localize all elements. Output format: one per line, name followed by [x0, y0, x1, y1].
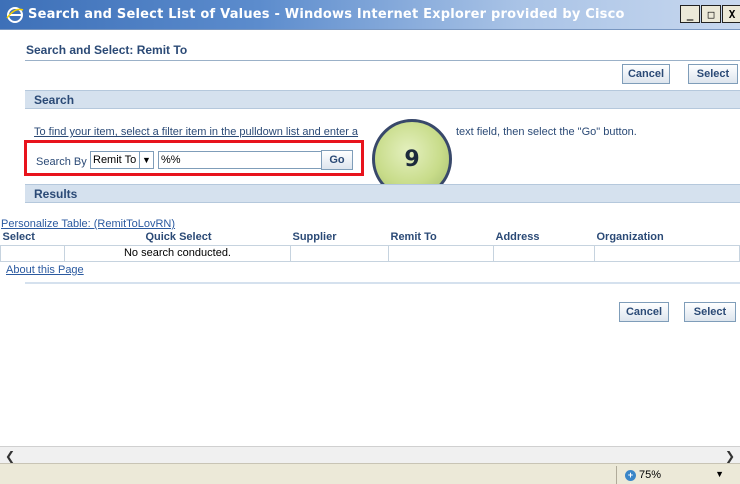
instructions-suffix: text field, then select the "Go" button. [456, 126, 637, 138]
zoom-icon: + [625, 469, 636, 481]
empty-results-message: No search conducted. [64, 244, 291, 262]
column-header-remit-to[interactable]: Remit To [388, 230, 494, 246]
maximize-button[interactable]: □ [701, 5, 721, 23]
column-header-address[interactable]: Address [493, 230, 595, 246]
results-section-title: Results [34, 187, 78, 201]
close-button[interactable]: X [722, 5, 740, 23]
search-by-highlight: Search By Remit To ▼ %% Go [24, 140, 364, 176]
table-cell [594, 244, 740, 262]
table-cell [493, 244, 595, 262]
table-cell [290, 244, 389, 262]
footer-divider [25, 282, 740, 284]
search-filter-select[interactable]: Remit To ▼ [90, 151, 154, 169]
search-instructions: To find your item, select a filter item … [34, 126, 358, 138]
scroll-left-icon[interactable]: ❮ [2, 448, 18, 463]
search-by-label: Search By [36, 156, 87, 168]
zoom-level: 75% [639, 469, 662, 481]
scroll-right-icon[interactable]: ❯ [722, 448, 738, 463]
personalize-table-link[interactable]: Personalize Table: (RemitToLovRN) [1, 218, 175, 230]
horizontal-scrollbar[interactable]: ❮ ❯ [0, 446, 740, 463]
instructions-suffix-wrap: text field, then select the "Go" button. [456, 126, 637, 138]
window-title: Search and Select List of Values - Windo… [28, 7, 625, 22]
search-section-header: Search [25, 90, 740, 109]
table-cell [0, 244, 65, 262]
select-button-bottom[interactable]: Select [684, 302, 736, 322]
search-text-input[interactable]: %% [158, 151, 328, 169]
column-header-select[interactable]: Select [0, 230, 65, 246]
page-title: Search and Select: Remit To [26, 43, 188, 57]
cancel-button-top[interactable]: Cancel [622, 64, 670, 84]
about-this-page-link[interactable]: About this Page [6, 264, 84, 276]
column-header-supplier[interactable]: Supplier [290, 230, 389, 246]
results-section-header: Results [25, 184, 740, 203]
select-button-top[interactable]: Select [688, 64, 738, 84]
instructions-prefix: To find your item, select a filter item … [34, 126, 359, 138]
title-divider [25, 60, 740, 61]
table-cell [388, 244, 494, 262]
column-header-organization[interactable]: Organization [594, 230, 740, 246]
zoom-control[interactable]: + 75% ▼ [616, 466, 736, 484]
column-header-quick-select[interactable]: Quick Select [64, 230, 291, 246]
search-filter-value: Remit To [93, 154, 137, 166]
results-table: Select Quick Select Supplier Remit To Ad… [0, 230, 740, 262]
cancel-button-bottom[interactable]: Cancel [619, 302, 669, 322]
chevron-down-icon[interactable]: ▼ [139, 152, 153, 168]
search-section-title: Search [34, 93, 75, 107]
internet-explorer-icon [6, 7, 24, 23]
status-bar: + 75% ▼ [0, 463, 740, 484]
chevron-down-icon[interactable]: ▼ [715, 469, 724, 479]
window-title-bar: Search and Select List of Values - Windo… [0, 0, 740, 30]
go-button[interactable]: Go [321, 150, 353, 170]
table-row: No search conducted. [0, 244, 740, 262]
minimize-button[interactable]: _ [680, 5, 700, 23]
